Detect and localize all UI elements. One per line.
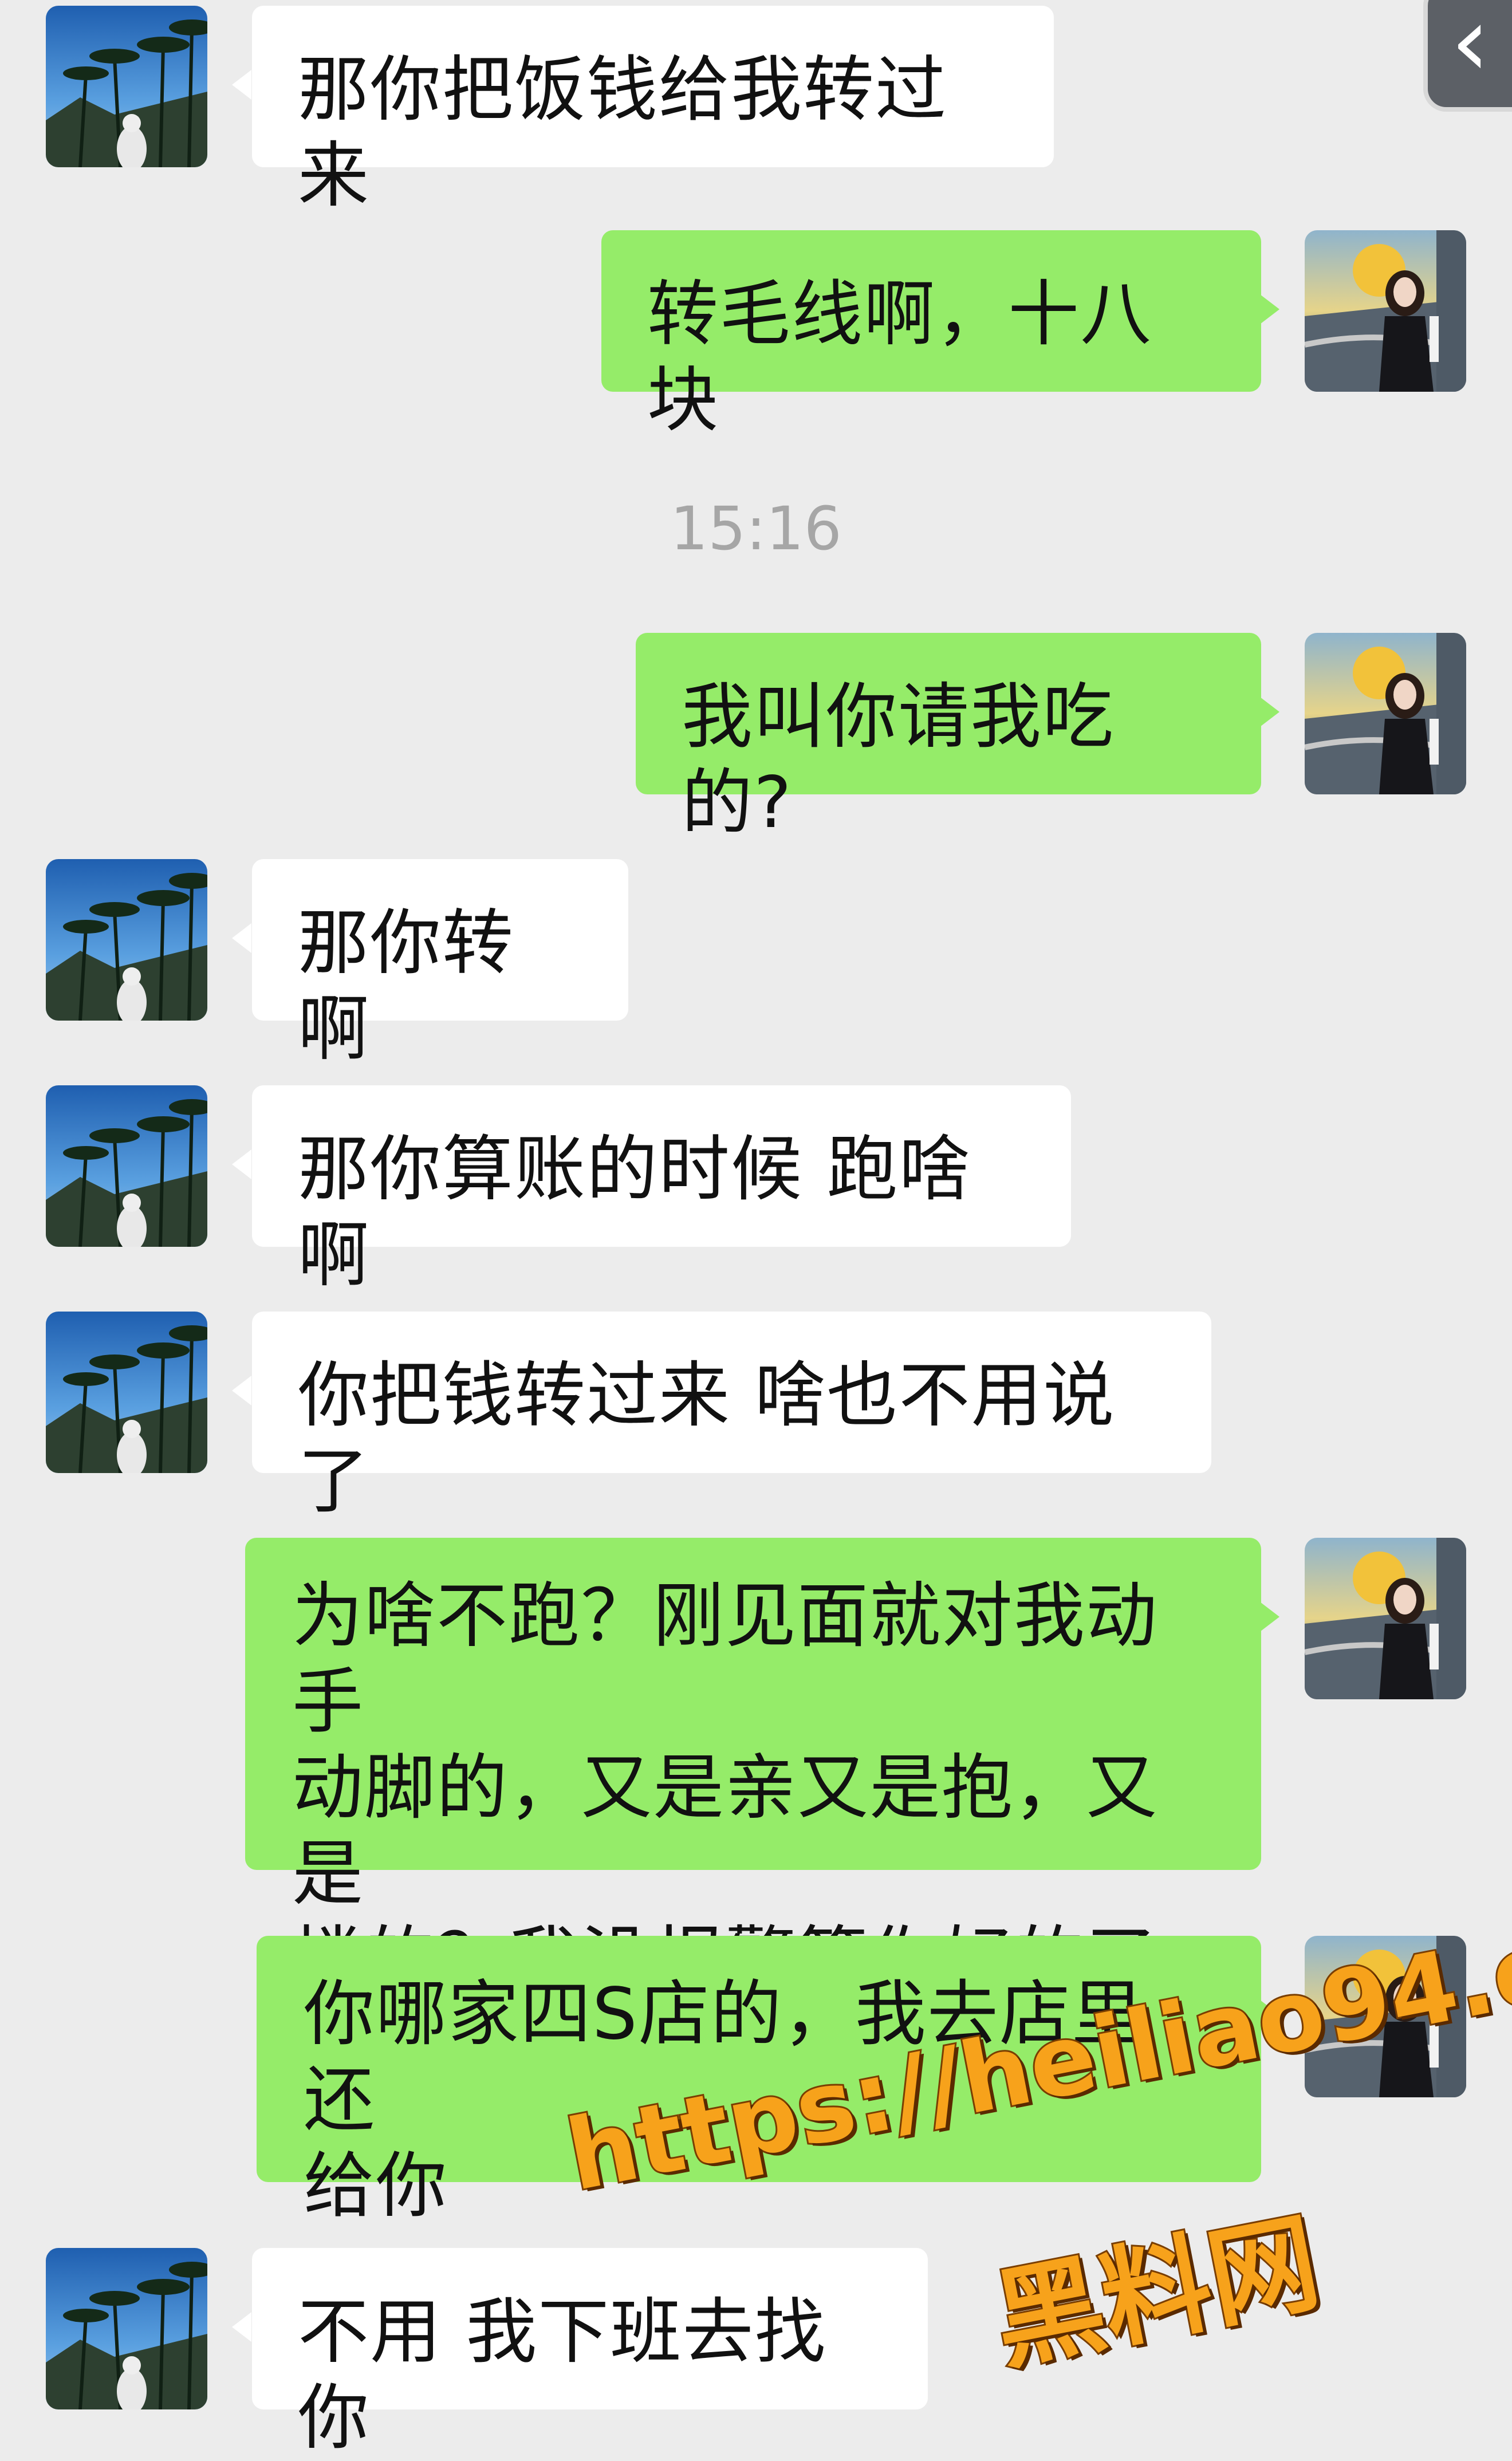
contact-avatar[interactable] — [46, 1312, 207, 1473]
back-chevron-icon: ‹ — [1451, 0, 1490, 99]
message-bubble-incoming[interactable]: 那你转啊 — [252, 859, 628, 1070]
woman-sunset-avatar — [1305, 1538, 1466, 1699]
bubble-tail — [232, 1149, 251, 1179]
bubble-tail — [232, 1376, 251, 1405]
back-button[interactable]: ‹ — [1423, 0, 1512, 112]
contact-avatar[interactable] — [46, 6, 207, 167]
message-timestamp: 15:16 — [670, 494, 842, 564]
bubble-tail — [1260, 294, 1279, 324]
palm-trees-avatar — [46, 6, 207, 167]
message-line: 为啥不跑？刚见面就对我动手 — [292, 1575, 1159, 1743]
message-bubble-outgoing[interactable]: 为啥不跑？刚见面就对我动手 动脚的，又是亲又是抱，又是 搂的？我没报警算你好的了 — [245, 1538, 1261, 2001]
message-bubble-outgoing[interactable]: 我叫你请我吃的? — [636, 633, 1261, 844]
bubble-tail — [232, 923, 251, 953]
bubble-tail — [1260, 1602, 1279, 1632]
palm-trees-avatar — [46, 859, 207, 1021]
palm-trees-avatar — [46, 1085, 207, 1247]
self-avatar[interactable] — [1305, 230, 1466, 392]
message-bubble-incoming[interactable]: 不用 我下班去找你 — [252, 2248, 928, 2459]
contact-avatar[interactable] — [46, 1085, 207, 1247]
palm-trees-avatar — [46, 2248, 207, 2409]
self-avatar[interactable] — [1305, 1538, 1466, 1699]
bubble-tail — [232, 2312, 251, 2342]
bubble-tail — [232, 70, 251, 100]
contact-avatar[interactable] — [46, 859, 207, 1021]
message-bubble-incoming[interactable]: 那你把饭钱给我转过来 — [252, 6, 1054, 217]
message-line: 动脚的，又是亲又是抱，又是 — [292, 1747, 1159, 1915]
message-bubble-incoming[interactable]: 你把钱转过来 啥也不用说了 — [252, 1312, 1211, 1523]
woman-sunset-avatar — [1305, 633, 1466, 794]
contact-avatar[interactable] — [46, 2248, 207, 2409]
palm-trees-avatar — [46, 1312, 207, 1473]
message-bubble-incoming[interactable]: 那你算账的时候 跑啥啊 — [252, 1085, 1071, 1297]
woman-sunset-avatar — [1305, 230, 1466, 392]
bubble-tail — [1260, 697, 1279, 727]
self-avatar[interactable] — [1305, 633, 1466, 794]
message-bubble-outgoing[interactable]: 转毛线啊，十八块 — [601, 230, 1261, 442]
